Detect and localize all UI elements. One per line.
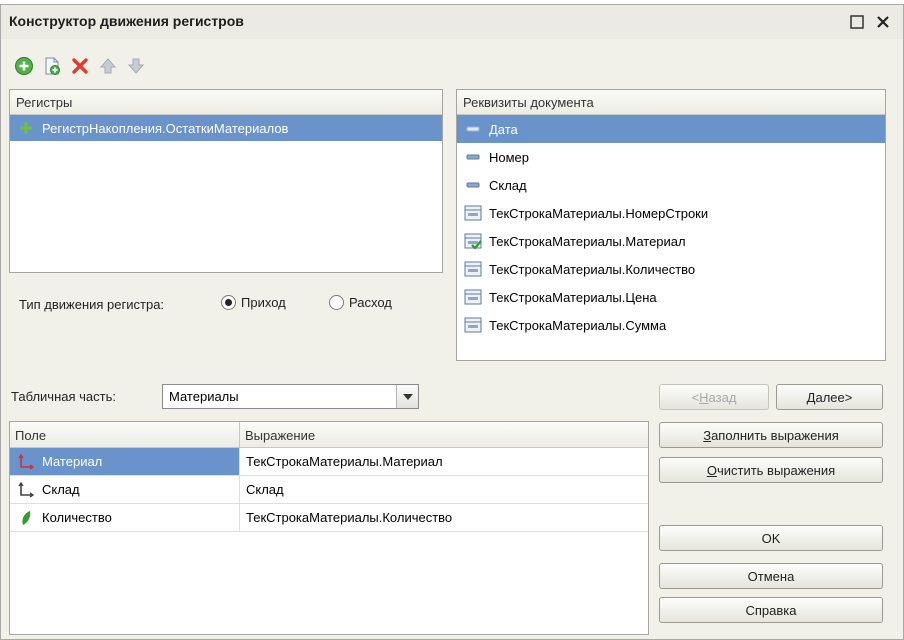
requisite-item-label: Номер [489,149,530,165]
requisite-item[interactable]: ТекСтрокаМатериалы.Количество [457,255,885,283]
help-button[interactable]: Справка [659,597,883,623]
resource-icon [16,510,36,526]
copy-button[interactable] [41,55,63,77]
clear-button-hotkey: О [706,462,717,478]
radio-selected-dot [225,299,232,306]
clear-button-text: чистить выражения [716,462,836,478]
window-title: Конструктор движения регистров [9,13,244,29]
ok-button[interactable]: OK [659,525,883,551]
maximize-button[interactable] [847,12,867,32]
requisites-panel: Реквизиты документа Дата Номер Склад Тек… [456,89,886,361]
requisite-item[interactable]: Дата [457,115,885,143]
table-attribute-icon [463,205,483,221]
requisite-item-label: ТекСтрокаМатериалы.Цена [489,289,657,305]
fill-button-text: аполнить выражения [711,427,839,443]
title-bar: Конструктор движения регистров [1,5,903,39]
tabular-part-select[interactable]: Материалы [162,384,419,409]
table-attribute-used-icon [463,233,483,249]
table-attribute-icon [463,317,483,333]
radio-income-label: Приход [241,295,286,310]
registers-panel: Регистры РегистрНакопления.ОстаткиМатери… [9,89,443,273]
fill-expressions-button[interactable]: Заполнить выражения [659,422,883,448]
attribute-icon [463,121,483,137]
grid-header: Поле Выражение [10,422,648,448]
requisite-item[interactable]: ТекСтрокаМатериалы.НомерСтроки [457,199,885,227]
dimension-icon [16,481,36,498]
radio-expense-label: Расход [349,295,392,310]
next-button[interactable]: Далее> [776,384,883,410]
tabular-part-label: Табличная часть: [11,389,116,404]
next-button-text: алее> [815,389,853,405]
toolbar [13,55,147,77]
radio-expense-circle [329,295,344,310]
requisite-item[interactable]: Номер [457,143,885,171]
back-button-text: азад [708,389,737,405]
column-field-header[interactable]: Поле [10,422,240,447]
radio-income[interactable]: Приход [221,295,286,310]
requisite-item-label: ТекСтрокаМатериалы.Количество [489,261,696,277]
requisite-item[interactable]: Склад [457,171,885,199]
next-button-hotkey: Д [806,389,816,405]
radio-income-circle [221,295,236,310]
add-icon [15,57,33,75]
expression-cell[interactable]: ТекСтрокаМатериалы.Материал [240,448,648,475]
requisites-header: Реквизиты документа [457,90,885,115]
table-row[interactable]: Материал ТекСтрокаМатериалы.Материал [10,448,648,476]
expression-cell[interactable]: Склад [240,476,648,503]
field-label: Склад [42,482,80,497]
back-button[interactable]: < Назад [659,384,769,410]
column-expression-header[interactable]: Выражение [240,422,320,447]
register-item-label: РегистрНакопления.ОстаткиМатериалов [42,120,289,136]
register-item[interactable]: РегистрНакопления.ОстаткиМатериалов [10,115,442,141]
dimension-icon [16,453,36,470]
accumulation-register-icon [16,120,36,136]
field-label: Количество [42,510,112,525]
field-cell[interactable]: Склад [10,476,240,503]
delete-icon [72,58,88,74]
field-cell[interactable]: Количество [10,504,240,531]
requisite-item[interactable]: ТекСтрокаМатериалы.Сумма [457,311,885,339]
close-button[interactable] [873,12,893,32]
requisite-item-label: ТекСтрокаМатериалы.Материал [489,233,686,249]
back-button-hotkey: Н [699,389,709,405]
dropdown-button[interactable] [396,385,418,408]
back-button-prefix: < [691,389,700,405]
requisite-item-label: Дата [489,121,518,137]
maximize-icon [850,15,864,29]
radio-expense[interactable]: Расход [329,295,392,310]
attribute-icon [463,149,483,165]
requisite-item-label: Склад [489,177,527,193]
table-row[interactable]: Количество ТекСтрокаМатериалы.Количество [10,504,648,532]
copy-icon [45,57,60,75]
register-movement-wizard-window: Конструктор движения регистров Регистры … [0,4,904,640]
table-attribute-icon [463,289,483,305]
requisite-item[interactable]: ТекСтрокаМатериалы.Материал [457,227,885,255]
movement-type-label: Тип движения регистра: [19,297,165,312]
close-icon [877,16,889,28]
fill-button-hotkey: З [703,427,712,443]
tabular-part-value: Материалы [169,389,239,404]
move-up-button[interactable] [97,55,119,77]
move-up-icon [99,58,117,74]
field-label: Материал [42,454,103,469]
move-down-icon [127,58,145,74]
delete-button[interactable] [69,55,91,77]
requisite-item-label: ТекСтрокаМатериалы.Сумма [489,317,667,333]
expression-cell[interactable]: ТекСтрокаМатериалы.Количество [240,504,648,531]
cancel-button[interactable]: Отмена [659,563,883,589]
attribute-icon [463,177,483,193]
table-attribute-icon [463,261,483,277]
add-button[interactable] [13,55,35,77]
clear-expressions-button[interactable]: Очистить выражения [659,457,883,483]
chevron-down-icon [402,393,413,400]
requisite-item-label: ТекСтрокаМатериалы.НомерСтроки [489,205,709,221]
requisite-item[interactable]: ТекСтрокаМатериалы.Цена [457,283,885,311]
table-row[interactable]: Склад Склад [10,476,648,504]
expressions-grid: Поле Выражение Материал ТекСтрокаМатериа… [9,421,649,635]
registers-header: Регистры [10,90,442,115]
move-down-button[interactable] [125,55,147,77]
field-cell[interactable]: Материал [10,448,240,475]
